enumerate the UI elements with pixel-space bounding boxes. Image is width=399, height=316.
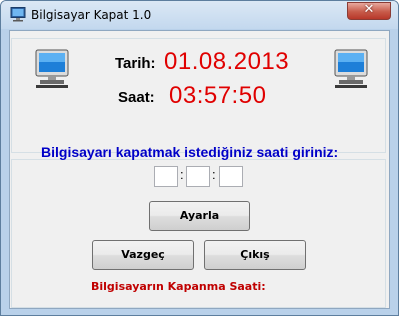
close-button[interactable]: ✕ bbox=[347, 2, 391, 20]
computer-icon bbox=[10, 7, 26, 22]
computer-icon bbox=[334, 49, 368, 88]
cancel-button[interactable]: Vazgeç bbox=[92, 240, 194, 270]
computer-icon bbox=[35, 49, 69, 88]
window-title: Bilgisayar Kapat 1.0 bbox=[31, 8, 152, 22]
time-value: 03:57:50 bbox=[169, 82, 267, 109]
title-bar[interactable]: Bilgisayar Kapat 1.0 ✕ bbox=[1, 1, 398, 29]
shutdown-time-label: Bilgisayarın Kapanma Saati: bbox=[91, 280, 266, 293]
minute-input[interactable] bbox=[186, 166, 210, 187]
close-icon: ✕ bbox=[363, 2, 375, 17]
date-label: Tarih: bbox=[115, 55, 156, 72]
hour-input[interactable] bbox=[154, 166, 178, 187]
second-input[interactable] bbox=[219, 166, 243, 187]
client-area: Tarih: 01.08.2013 Saat: 03:57:50 Bilgisa… bbox=[9, 30, 390, 309]
exit-button[interactable]: Çıkış bbox=[204, 240, 306, 270]
minute-second-separator: : bbox=[212, 167, 216, 182]
shutdown-prompt: Bilgisayarı kapatmak istediğiniz saati g… bbox=[41, 144, 339, 160]
app-window: Bilgisayar Kapat 1.0 ✕ Tarih: 01.08.2013… bbox=[0, 0, 399, 316]
set-button[interactable]: Ayarla bbox=[149, 201, 250, 231]
date-value: 01.08.2013 bbox=[164, 48, 290, 75]
hour-minute-separator: : bbox=[180, 167, 184, 182]
time-label: Saat: bbox=[118, 89, 155, 106]
